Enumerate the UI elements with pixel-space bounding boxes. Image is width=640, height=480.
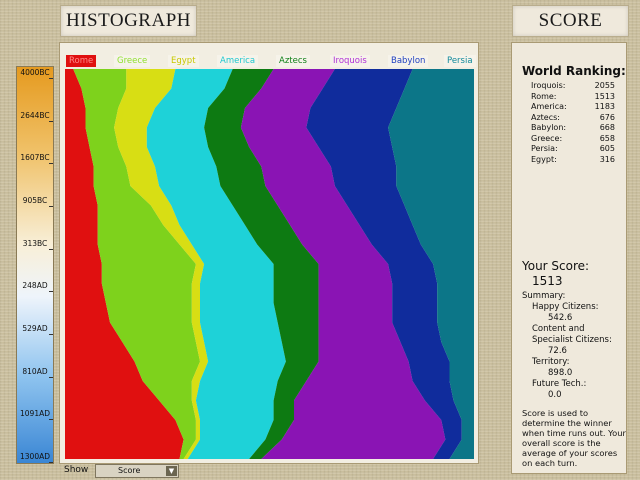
- timeline-tick-mark: [49, 334, 53, 335]
- your-score-label: Your Score:: [522, 259, 590, 273]
- ranking-civ-score: 2055: [594, 81, 615, 90]
- territory-label: Territory:: [532, 357, 570, 367]
- timeline-tick-label: 248AD: [22, 281, 48, 291]
- timeline-tick-label: 810AD: [22, 366, 48, 376]
- timeline-tick-label: 2644BC: [20, 110, 50, 120]
- ranking-row: America: 1183: [531, 102, 615, 113]
- score-title: SCORE: [512, 5, 629, 37]
- timeline-tick-mark: [49, 462, 53, 463]
- histograph-title: HISTOGRAPH: [60, 5, 197, 37]
- ranking-civ-name: Greece:: [531, 133, 563, 143]
- legend-item-persia: Persia: [444, 55, 476, 67]
- summary-label: Summary:: [522, 291, 566, 301]
- show-dropdown-value: Score: [118, 466, 141, 475]
- world-ranking-title: World Ranking:: [522, 64, 626, 78]
- ranking-civ-score: 1513: [594, 91, 615, 101]
- timeline-tick-mark: [49, 206, 53, 207]
- ranking-civ-score: 316: [599, 154, 615, 164]
- timeline-tick-mark: [49, 163, 53, 165]
- timeline-tick-mark: [49, 248, 53, 250]
- ranking-civ-name: Aztecs:: [531, 112, 560, 122]
- content-citizens-value: 72.6: [548, 346, 567, 356]
- timeline-tick-mark: [49, 120, 53, 122]
- timeline-tick-label: 1607BC: [20, 153, 50, 163]
- timeline-tick-label: 529AD: [22, 324, 48, 333]
- legend-item-america: America: [217, 55, 259, 67]
- ranking-row: Rome: 1513: [531, 92, 615, 103]
- show-label: Show: [64, 465, 89, 475]
- timeline-tick-mark: [49, 291, 53, 293]
- your-score-value: 1513: [532, 274, 563, 288]
- ranking-civ-score: 605: [599, 144, 615, 153]
- ranking-civ-score: 668: [599, 123, 615, 132]
- ranking-civ-name: America:: [531, 102, 567, 111]
- ranking-row: Aztecs: 676: [531, 113, 615, 124]
- future-tech-value: 0.0: [548, 390, 562, 400]
- territory-value: 898.0: [548, 368, 573, 378]
- happy-citizens-label: Happy Citizens:: [532, 302, 599, 312]
- timeline-tick-mark: [49, 78, 53, 79]
- timeline-tick-label: 1300AD: [20, 452, 50, 461]
- legend-item-aztecs: Aztecs: [276, 55, 310, 67]
- timeline-tick-label: 905BC: [22, 196, 48, 205]
- legend-item-greece: Greece: [114, 55, 151, 67]
- ranking-civ-name: Persia:: [531, 144, 558, 153]
- legend-item-rome: Rome: [66, 55, 97, 67]
- specialist-citizens-label: Specialist Citizens:: [532, 335, 612, 345]
- ranking-row: Egypt: 316: [531, 155, 615, 166]
- chart-canvas: [65, 69, 474, 459]
- histograph-chart: Rome Greece Egypt America Aztecs Iroquois Baby…: [59, 42, 479, 464]
- timeline-bar: 4000BC 2644BC 1607BC 905BC 313BC 248AD 529AD 81…: [16, 66, 54, 464]
- ranking-row: Greece: 658: [531, 134, 615, 145]
- show-dropdown[interactable]: Score ▼: [95, 464, 179, 478]
- timeline-tick-mark: [49, 376, 53, 378]
- ranking-civ-name: Iroquois:: [531, 81, 566, 90]
- ranking-civ-name: Rome:: [531, 91, 557, 101]
- ranking-civ-name: Babylon:: [531, 123, 567, 132]
- ranking-row: Iroquois: 2055: [531, 81, 615, 92]
- ranking-civ-score: 658: [599, 133, 615, 143]
- future-tech-label: Future Tech.:: [532, 379, 587, 389]
- legend-item-egypt: Egypt: [168, 55, 199, 67]
- legend-item-babylon: Babylon: [388, 55, 429, 67]
- ranking-civ-name: Egypt:: [531, 154, 557, 164]
- ranking-row: Babylon: 668: [531, 123, 615, 134]
- score-explanation: Score is used to determine the winner wh…: [522, 408, 626, 468]
- timeline-tick-label: 313BC: [22, 238, 48, 248]
- chevron-down-icon[interactable]: ▼: [166, 466, 177, 476]
- legend-item-iroquois: Iroquois: [330, 55, 370, 67]
- score-panel: World Ranking: Iroquois: 2055 Rome: 1513 Ame…: [511, 42, 627, 474]
- timeline-tick-label: 4000BC: [20, 68, 50, 77]
- content-citizens-label: Content and: [532, 324, 585, 334]
- happy-citizens-value: 542.6: [548, 313, 573, 323]
- ranking-civ-score: 676: [599, 112, 615, 122]
- timeline-tick-label: 1091AD: [20, 409, 50, 419]
- ranking-civ-score: 1183: [594, 102, 615, 111]
- ranking-row: Persia: 605: [531, 144, 615, 155]
- timeline-tick-mark: [49, 419, 53, 421]
